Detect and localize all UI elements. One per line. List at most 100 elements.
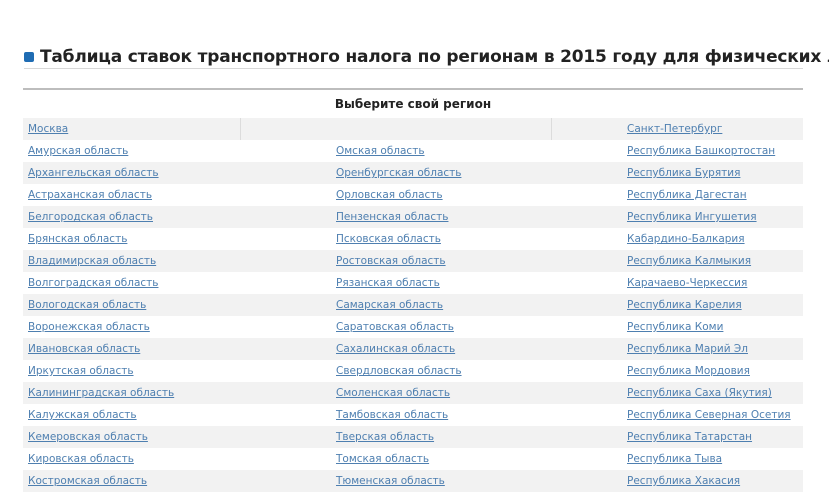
table-row: Белгородская область Пензенская область Ре… [23,206,803,228]
table-cell: Томская область [241,448,552,470]
region-link[interactable]: Ивановская область [28,343,140,355]
table-cell: Республика Мордовия [552,360,803,382]
region-link[interactable]: Республика Хакасия [627,475,740,487]
table-row: Кировская область Томская область Республи… [23,448,803,470]
region-link[interactable]: Кировская область [28,453,134,465]
table-cell: Иркутская область [23,360,241,382]
table-cell: Калининградская область [23,382,241,404]
table-row: Москва Санкт-Петербург [23,118,803,140]
table-cell: Смоленская область [241,382,552,404]
region-link[interactable]: Санкт-Петербург [627,123,722,135]
region-link[interactable]: Республика Карелия [627,299,742,311]
table-row: Калининградская область Смоленская област… [23,382,803,404]
table-cell: Владимирская область [23,250,241,272]
region-link[interactable]: Оренбургская область [336,167,461,179]
table-cell: Кемеровская область [23,426,241,448]
table-row: Калужская область Тамбовская область Респу… [23,404,803,426]
region-link[interactable]: Республика Коми [627,321,723,333]
table-cell: Архангельская область [23,162,241,184]
table-cell: Сахалинская область [241,338,552,360]
table-cell: Кабардино-Балкария [552,228,803,250]
region-link[interactable]: Республика Тыва [627,453,722,465]
region-link[interactable]: Тверская область [336,431,434,443]
table-cell: Ростовская область [241,250,552,272]
table-cell: Санкт-Петербург [552,118,803,140]
region-link[interactable]: Владимирская область [28,255,156,267]
table-cell: Рязанская область [241,272,552,294]
region-link[interactable]: Томская область [336,453,429,465]
table-cell: Республика Ингушетия [552,206,803,228]
region-link[interactable]: Брянская область [28,233,127,245]
region-link[interactable]: Саратовская область [336,321,454,333]
table-cell: Республика Карелия [552,294,803,316]
region-link[interactable]: Республика Ингушетия [627,211,757,223]
table-cell: Белгородская область [23,206,241,228]
table-cell: Пензенская область [241,206,552,228]
table-cell: Самарская область [241,294,552,316]
table-cell: Республика Татарстан [552,426,803,448]
table-cell: Саратовская область [241,316,552,338]
region-link[interactable]: Омская область [336,145,425,157]
table-row: Иркутская область Свердловская область Рес… [23,360,803,382]
table-cell: Вологодская область [23,294,241,316]
region-link[interactable]: Амурская область [28,145,128,157]
region-link[interactable]: Тюменская область [336,475,445,487]
region-link[interactable]: Республика Башкортостан [627,145,775,157]
table-cell: Костромская область [23,470,241,492]
table-cell: Республика Саха (Якутия) [552,382,803,404]
region-link[interactable]: Калининградская область [28,387,174,399]
region-link[interactable]: Астраханская область [28,189,152,201]
region-link[interactable]: Тамбовская область [336,409,448,421]
region-link[interactable]: Псковская область [336,233,441,245]
table-header: Выберите свой регион [334,97,492,111]
table-cell [241,118,552,140]
table-row: Владимирская область Ростовская область Ре… [23,250,803,272]
region-link[interactable]: Кабардино-Балкария [627,233,745,245]
region-link[interactable]: Карачаево-Черкессия [627,277,747,289]
table-cell: Республика Северная Осетия [552,404,803,426]
table-cell: Псковская область [241,228,552,250]
table-cell: Волгоградская область [23,272,241,294]
region-link[interactable]: Костромская область [28,475,147,487]
page-title: Таблица ставок транспортного налога по р… [40,47,829,67]
table-row: Вологодская область Самарская область Респ… [23,294,803,316]
table-cell: Орловская область [241,184,552,206]
region-link[interactable]: Республика Мордовия [627,365,750,377]
region-link[interactable]: Самарская область [336,299,443,311]
region-link[interactable]: Сахалинская область [336,343,455,355]
region-link[interactable]: Свердловская область [336,365,462,377]
region-link[interactable]: Кемеровская область [28,431,148,443]
region-link[interactable]: Республика Татарстан [627,431,752,443]
square-bullet-icon [24,52,34,62]
region-link[interactable]: Республика Марий Эл [627,343,748,355]
region-link[interactable]: Республика Дагестан [627,189,747,201]
region-link[interactable]: Смоленская область [336,387,450,399]
region-link[interactable]: Республика Бурятия [627,167,740,179]
region-link[interactable]: Калужская область [28,409,137,421]
region-link[interactable]: Иркутская область [28,365,134,377]
region-link[interactable]: Орловская область [336,189,443,201]
region-link[interactable]: Пензенская область [336,211,448,223]
region-link[interactable]: Белгородская область [28,211,153,223]
page-title-bar: Таблица ставок транспортного налога по р… [24,46,829,69]
table-cell: Тверская область [241,426,552,448]
table-cell: Брянская область [23,228,241,250]
region-table: Выберите свой регион Москва Санкт-Петербу… [23,88,803,492]
table-cell: Республика Коми [552,316,803,338]
table-cell: Ивановская область [23,338,241,360]
region-link[interactable]: Республика Северная Осетия [627,409,791,421]
region-link[interactable]: Рязанская область [336,277,440,289]
table-row: Брянская область Псковская область Кабарди… [23,228,803,250]
table-cell: Астраханская область [23,184,241,206]
region-link[interactable]: Волгоградская область [28,277,158,289]
table-row: Астраханская область Орловская область Рес… [23,184,803,206]
region-link[interactable]: Вологодская область [28,299,146,311]
region-link[interactable]: Воронежская область [28,321,150,333]
table-row: Волгоградская область Рязанская область Ка… [23,272,803,294]
region-link[interactable]: Москва [28,123,68,135]
region-link[interactable]: Ростовская область [336,255,446,267]
region-link[interactable]: Республика Калмыкия [627,255,751,267]
table-row: Ивановская область Сахалинская область Рес… [23,338,803,360]
region-link[interactable]: Республика Саха (Якутия) [627,387,772,399]
region-link[interactable]: Архангельская область [28,167,159,179]
